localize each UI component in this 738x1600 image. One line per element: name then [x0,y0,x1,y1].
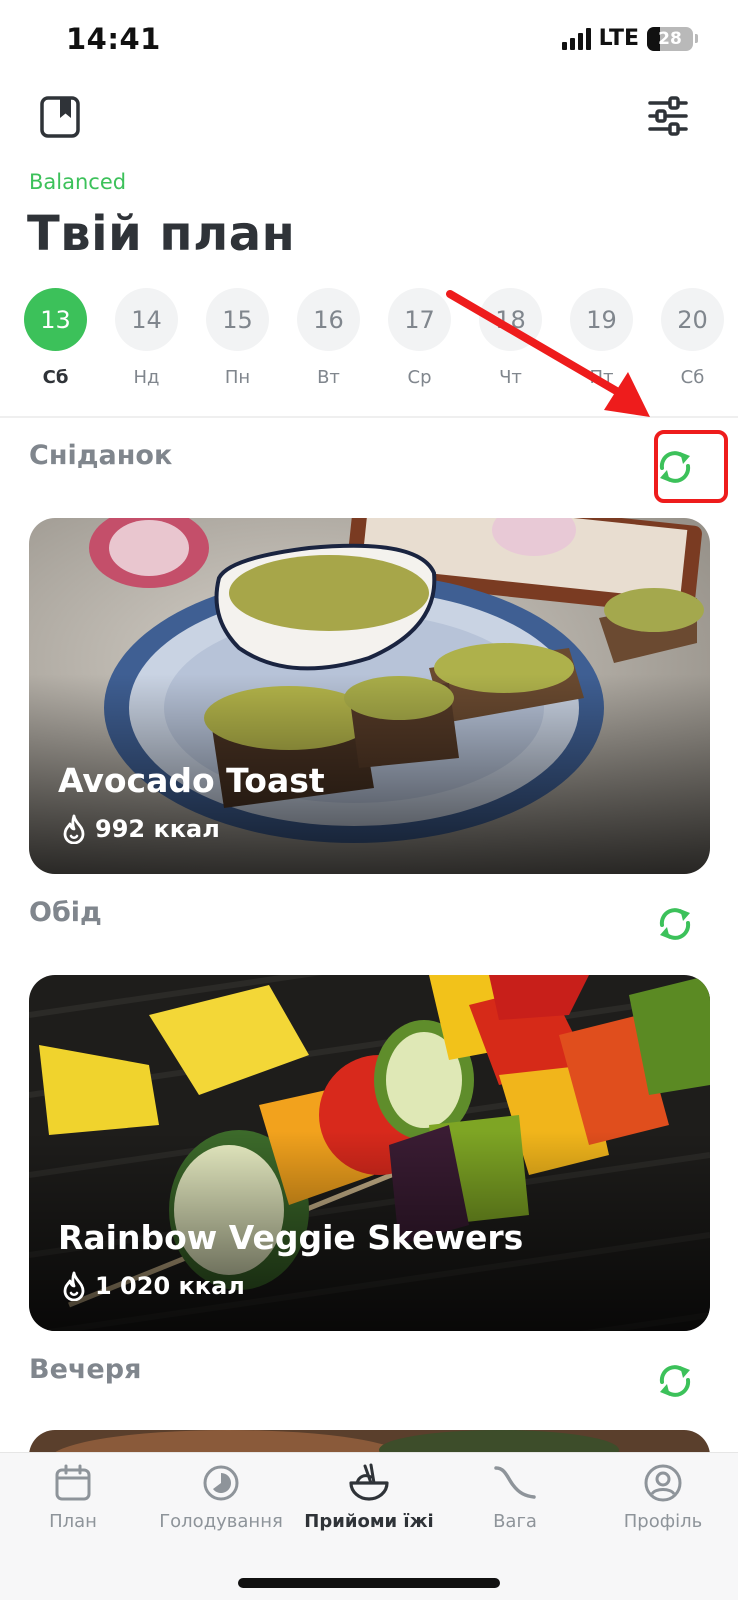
day-name: Сб [42,367,69,388]
meal-card-breakfast[interactable]: Avocado Toast 992 ккал [29,518,710,874]
day-number: 19 [570,288,633,351]
annotation-highlight-box [654,430,728,503]
status-indicators: LTE 28 [561,26,698,51]
tab-profile[interactable]: Профіль [588,1463,738,1532]
dish-name: Rainbow Veggie Skewers [58,1218,524,1257]
dish-name: Avocado Toast [58,761,325,800]
day-item[interactable]: 13 Сб [24,288,87,388]
flame-icon [63,1271,85,1301]
meal-card-lunch[interactable]: Rainbow Veggie Skewers 1 020 ккал [29,975,710,1331]
tab-meals[interactable]: Прийоми їжі [294,1463,444,1532]
refresh-icon [659,1365,691,1397]
tab-label: Профіль [623,1511,703,1532]
day-number: 16 [297,288,360,351]
day-item[interactable]: 15 Пн [206,288,269,388]
network-label: LTE [598,26,639,51]
flame-icon [63,814,85,844]
tab-label: Вага [493,1511,537,1532]
day-name: Пн [224,367,251,388]
tab-fasting[interactable]: Голодування [146,1463,296,1532]
tab-label: План [49,1511,97,1532]
plan-type-label: Balanced [29,170,127,194]
day-number: 14 [115,288,178,351]
tab-weight[interactable]: Вага [440,1463,590,1532]
calories-value: 1 020 ккал [95,1272,245,1300]
refresh-icon [659,908,691,940]
tab-label: Голодування [159,1511,283,1532]
refresh-meal-button[interactable] [654,903,696,945]
meal-label-breakfast: Сніданок [29,440,173,471]
day-selector: 13 Сб 14 Нд 15 Пн 16 Вт 17 Ср 18 Чт 19 П… [24,288,724,388]
day-item[interactable]: 20 Сб [661,288,724,388]
tab-label: Прийоми їжі [304,1511,434,1532]
battery-icon: 28 [647,26,693,51]
status-bar: 14:41 LTE 28 [0,0,738,80]
bookmark-icon [40,96,80,138]
day-number: 13 [24,288,87,351]
day-number: 18 [479,288,542,351]
day-name: Чт [499,367,522,388]
day-name: Пт [589,367,614,388]
day-name: Ср [407,367,432,388]
home-indicator [238,1578,500,1588]
refresh-meal-button[interactable] [654,1360,696,1402]
meal-label-dinner: Вечеря [29,1354,142,1385]
profile-icon [644,1464,682,1502]
day-item[interactable]: 16 Вт [297,288,360,388]
bookmark-button[interactable] [40,96,80,138]
day-name: Вт [317,367,340,388]
calories: 992 ккал [61,814,220,844]
bowl-icon [349,1463,389,1501]
fasting-timer-icon [203,1465,239,1501]
battery-level: 28 [658,28,682,49]
tab-plan[interactable]: План [0,1463,148,1532]
calories-value: 992 ккал [95,815,220,843]
day-number: 15 [206,288,269,351]
day-item[interactable]: 19 Пт [570,288,633,388]
day-item[interactable]: 14 Нд [115,288,178,388]
filter-button[interactable] [648,96,688,136]
sliders-icon [648,96,688,136]
page-title: Твій план [27,206,296,262]
weight-curve-icon [494,1466,536,1499]
day-name: Нд [133,367,160,388]
day-item[interactable]: 17 Ср [388,288,451,388]
day-number: 20 [661,288,724,351]
day-number: 17 [388,288,451,351]
day-name: Сб [680,367,705,388]
calendar-icon [55,1464,91,1501]
day-item[interactable]: 18 Чт [479,288,542,388]
status-time: 14:41 [66,22,161,56]
signal-icon [561,27,591,50]
meal-label-lunch: Обід [29,897,102,928]
divider [0,416,738,418]
calories: 1 020 ккал [61,1271,245,1301]
battery-tip [695,34,698,43]
